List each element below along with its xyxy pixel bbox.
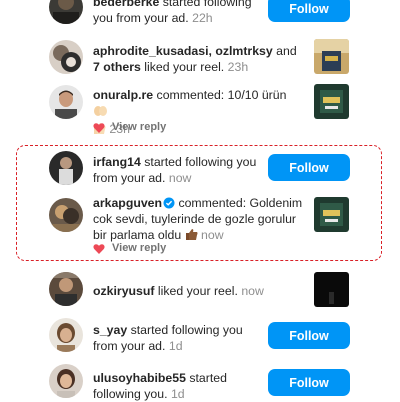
notification-text: arkapguven commented: Goldenim cok sevdi… [93, 195, 311, 245]
view-reply-link[interactable]: View reply [112, 121, 166, 133]
username[interactable]: irfang14 [93, 155, 141, 169]
notification-text: ozkiryusuf liked your reel. now [93, 283, 303, 299]
follow-button[interactable]: Follow [268, 154, 350, 181]
avatar[interactable] [49, 364, 83, 398]
view-reply-link[interactable]: View reply [112, 242, 166, 254]
timestamp: 22h [192, 11, 213, 25]
username[interactable]: ozkiryusuf [93, 284, 155, 298]
reel-thumbnail[interactable] [314, 84, 349, 119]
avatar[interactable] [49, 85, 83, 119]
notifications-feed: bederberke started following you from yo… [0, 0, 400, 402]
username[interactable]: aphrodite_kusadasi, ozlmtrksy [93, 44, 273, 58]
heart-icon[interactable] [93, 121, 105, 133]
timestamp: 1d [168, 339, 183, 353]
timestamp: now [168, 171, 192, 185]
reply-row: View reply [93, 242, 166, 254]
avatar[interactable] [49, 0, 83, 24]
clapping-hands-emoji-icon [93, 104, 108, 121]
timestamp: now [241, 284, 264, 298]
follow-button[interactable]: Follow [268, 322, 350, 349]
follow-button[interactable]: Follow [268, 369, 350, 396]
connector-text: and [272, 44, 297, 58]
username[interactable]: bederberke [93, 0, 159, 9]
notification-text: aphrodite_kusadasi, ozlmtrksy and 7 othe… [93, 43, 303, 75]
avatar[interactable] [49, 318, 83, 352]
avatar[interactable] [49, 272, 83, 306]
notification-text: ulusoyhabibe55 started following you. 1d [93, 370, 263, 402]
username[interactable]: s_yay [93, 323, 127, 337]
reel-thumbnail[interactable] [314, 272, 349, 307]
timestamp: now [201, 228, 224, 242]
reel-thumbnail[interactable] [314, 197, 349, 232]
notification-text: irfang14 started following you from your… [93, 154, 263, 186]
username[interactable]: onuralp.re [93, 88, 153, 102]
avatar[interactable] [49, 40, 83, 74]
timestamp: 23h [227, 60, 249, 74]
username[interactable]: arkapguven [93, 196, 162, 210]
follow-button[interactable]: Follow [268, 0, 350, 22]
reel-thumbnail[interactable] [314, 39, 349, 74]
thumbs-up-emoji-icon [185, 228, 198, 245]
notification-message: liked your reel. [154, 284, 238, 298]
notification-message: liked your reel. [140, 60, 225, 74]
heart-icon[interactable] [93, 242, 105, 254]
username[interactable]: ulusoyhabibe55 [93, 371, 186, 385]
timestamp: 1d [170, 387, 185, 401]
notification-text: bederberke started following you from yo… [93, 0, 263, 26]
notification-message: commented: 10/10 ürün [153, 88, 287, 102]
notification-text: s_yay started following you from your ad… [93, 322, 263, 354]
reply-row: View reply [93, 121, 166, 133]
verified-badge-icon [163, 197, 175, 209]
avatar[interactable] [49, 198, 83, 232]
avatar[interactable] [49, 151, 83, 185]
others-link[interactable]: 7 others [93, 60, 141, 74]
